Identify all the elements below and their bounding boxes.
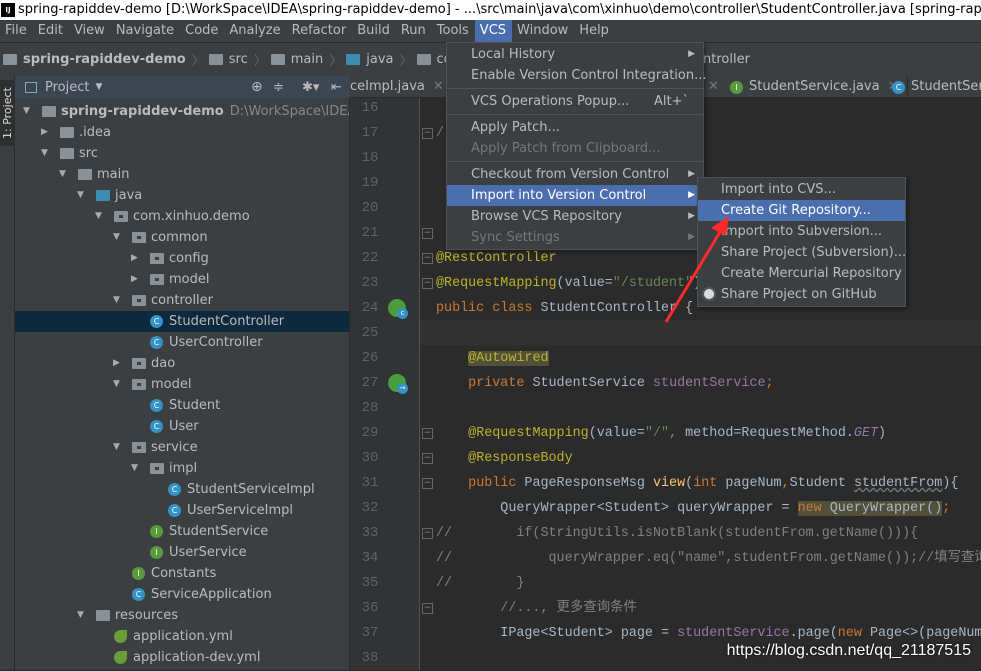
annotation-arrow [664, 216, 729, 323]
annotation-arrow-line [664, 231, 722, 323]
watermark: https://blog.csdn.net/qq_21187515 [726, 642, 971, 659]
